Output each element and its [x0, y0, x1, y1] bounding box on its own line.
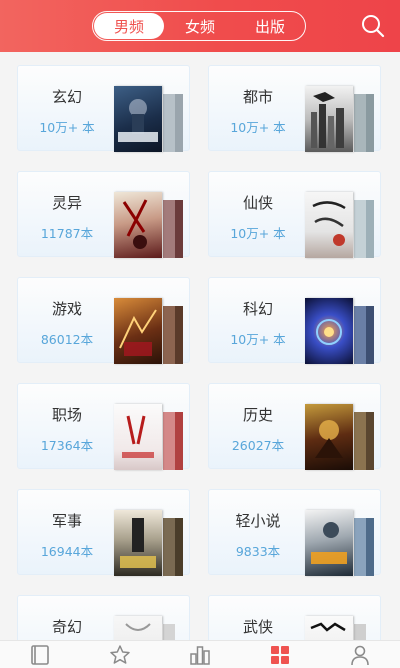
category-card-xianxia[interactable]: 仙侠 10万+ 本	[208, 171, 381, 258]
book-cover	[114, 404, 162, 470]
category-card-qingxiaoshuo[interactable]: 轻小说 9833本	[208, 489, 381, 576]
category-count: 26027本	[231, 438, 285, 453]
cover-stack	[305, 192, 374, 258]
nav-favorites[interactable]	[80, 641, 160, 668]
category-title: 轻小说	[235, 512, 281, 530]
cover-stack	[114, 616, 175, 640]
category-title: 军事	[51, 512, 82, 530]
cover-stack	[305, 404, 374, 470]
category-count: 10万+ 本	[39, 120, 95, 135]
category-title: 玄幻	[51, 88, 82, 106]
category-card-qihuan[interactable]: 奇幻	[17, 595, 190, 640]
star-icon	[110, 644, 130, 664]
tab-publish[interactable]: 出版	[235, 12, 305, 40]
cover-stack	[114, 192, 183, 258]
category-title: 武侠	[242, 618, 273, 636]
book-cover	[305, 404, 353, 470]
bookshelf-icon	[31, 644, 49, 665]
nav-ranking[interactable]	[160, 641, 240, 668]
cover-stack	[114, 404, 183, 470]
category-title: 历史	[242, 406, 273, 424]
book-cover	[114, 510, 162, 576]
category-grid: 玄幻 10万+ 本 都市 10万+ 本 灵异 11787本 仙侠 10万+ 本 …	[0, 52, 400, 640]
search-icon	[362, 15, 385, 38]
ranking-icon	[190, 645, 210, 665]
category-card-lingyi[interactable]: 灵异 11787本	[17, 171, 190, 258]
category-card-youxi[interactable]: 游戏 86012本	[17, 277, 190, 364]
search-button[interactable]	[360, 13, 386, 39]
cover-stack	[114, 510, 183, 576]
nav-bookshelf[interactable]	[0, 641, 80, 668]
book-cover	[305, 510, 353, 576]
category-title: 游戏	[51, 300, 82, 318]
category-count: 9833本	[235, 544, 281, 559]
nav-category[interactable]	[240, 641, 320, 668]
category-card-wuxia[interactable]: 武侠	[208, 595, 381, 640]
book-cover	[114, 616, 162, 640]
book-cover	[305, 616, 353, 640]
tab-male[interactable]: 男频	[94, 13, 164, 39]
category-title: 仙侠	[242, 194, 273, 212]
category-card-zhichang[interactable]: 职场 17364本	[17, 383, 190, 470]
cover-stack	[305, 298, 374, 364]
category-title: 都市	[242, 88, 273, 106]
cover-stack	[114, 86, 183, 152]
cover-stack	[305, 86, 374, 152]
category-count: 10万+ 本	[230, 226, 286, 241]
book-cover	[305, 192, 353, 258]
category-count: 10万+ 本	[230, 120, 286, 135]
category-card-lishi[interactable]: 历史 26027本	[208, 383, 381, 470]
profile-icon	[351, 645, 369, 665]
category-card-junshi[interactable]: 军事 16944本	[17, 489, 190, 576]
category-count: 17364本	[40, 438, 94, 453]
book-cover	[305, 298, 353, 364]
category-grid-icon	[271, 645, 289, 664]
top-bar: 男频 女频 出版	[0, 0, 400, 52]
cover-stack	[114, 298, 183, 364]
category-card-dushi[interactable]: 都市 10万+ 本	[208, 65, 381, 152]
channel-tabs: 男频 女频 出版	[92, 11, 306, 41]
bottom-navigation	[0, 640, 400, 668]
cover-stack	[305, 616, 366, 640]
category-card-kehuan[interactable]: 科幻 10万+ 本	[208, 277, 381, 364]
category-title: 灵异	[51, 194, 82, 212]
tab-female[interactable]: 女频	[165, 12, 235, 40]
cover-stack	[305, 510, 374, 576]
category-title: 奇幻	[51, 618, 82, 636]
category-title: 科幻	[242, 300, 273, 318]
category-count: 11787本	[40, 226, 94, 241]
category-card-xuanhuan[interactable]: 玄幻 10万+ 本	[17, 65, 190, 152]
book-cover	[114, 298, 162, 364]
book-cover	[305, 86, 353, 152]
category-title: 职场	[51, 406, 82, 424]
nav-profile[interactable]	[320, 641, 400, 668]
category-count: 86012本	[40, 332, 94, 347]
book-cover	[114, 192, 162, 258]
book-cover	[114, 86, 162, 152]
category-count: 10万+ 本	[230, 332, 286, 347]
category-count: 16944本	[40, 544, 94, 559]
